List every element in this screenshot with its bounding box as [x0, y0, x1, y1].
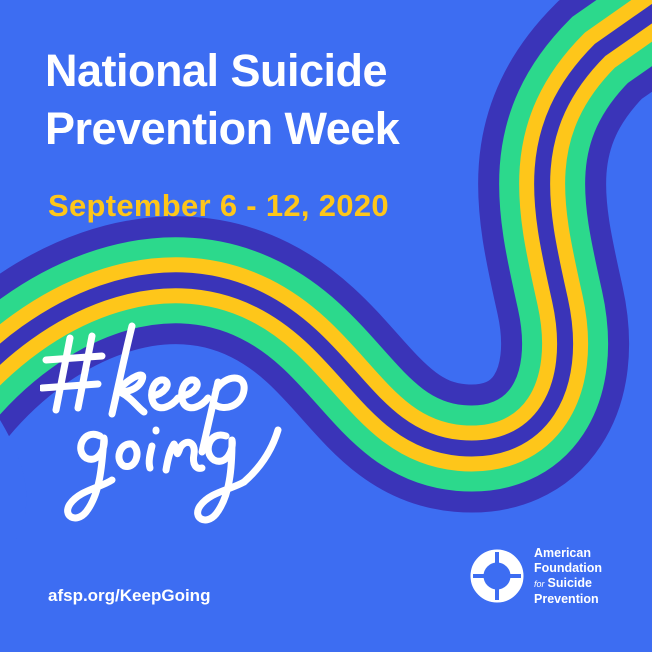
org-line-2: Foundation: [534, 561, 603, 575]
ribbon-mask: [0, 420, 27, 560]
keep-going-hashtag-lettering: [40, 322, 282, 524]
org-line-3: for Suicide: [534, 576, 602, 592]
life-ring-icon: [470, 549, 524, 603]
title-line-1: National Suicide: [45, 45, 388, 96]
event-dates: September 6 - 12, 2020: [48, 188, 389, 223]
afsp-logo: American Foundation for Suicide Preventio…: [470, 546, 640, 608]
organization-name: American Foundation for Suicide Preventio…: [534, 546, 602, 607]
org-for: for: [534, 579, 545, 589]
title-line-2: Prevention Week: [45, 103, 400, 154]
page-title: National Suicide Prevention Week: [45, 42, 515, 158]
org-line-4: Prevention: [534, 592, 599, 606]
org-suicide: Suicide: [547, 576, 592, 590]
org-line-1: American: [534, 546, 591, 560]
website-link[interactable]: afsp.org/KeepGoing: [48, 586, 210, 606]
poster: National Suicide Prevention Week Septemb…: [0, 0, 652, 652]
